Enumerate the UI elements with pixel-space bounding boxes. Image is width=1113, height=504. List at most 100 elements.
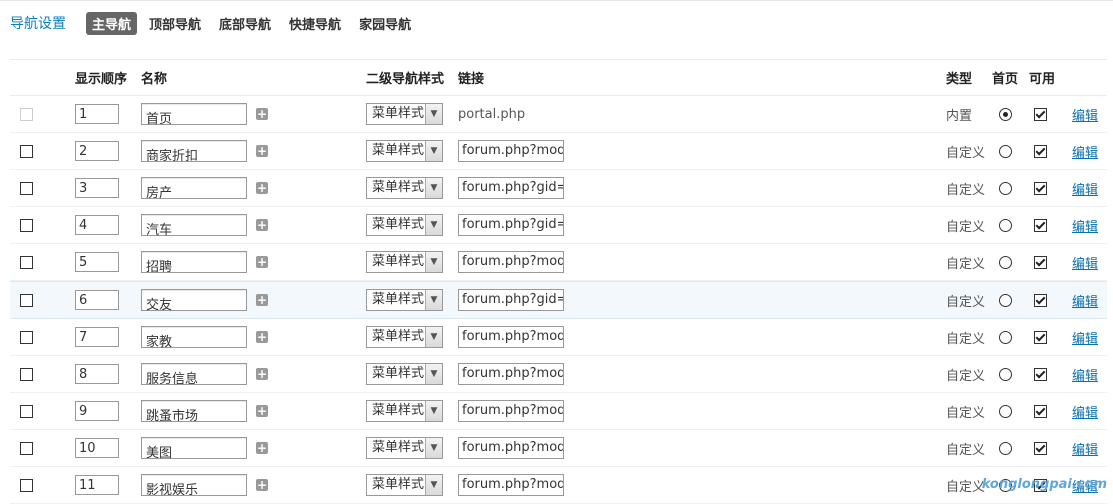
style-select[interactable]: 菜单样式 ▼	[366, 326, 443, 348]
plus-icon[interactable]: +	[256, 108, 268, 120]
order-input[interactable]	[75, 290, 119, 310]
enabled-checkbox[interactable]	[1034, 218, 1047, 232]
style-select[interactable]: 菜单样式 ▼	[366, 400, 443, 422]
link-input[interactable]: forum.php?mod=	[458, 474, 564, 496]
home-radio[interactable]	[999, 441, 1012, 455]
tab-top-nav[interactable]: 顶部导航	[143, 12, 207, 35]
style-select[interactable]: 菜单样式 ▼	[366, 177, 443, 199]
name-input[interactable]: 汽车	[141, 214, 247, 238]
enabled-checkbox[interactable]	[1034, 441, 1047, 455]
home-radio[interactable]	[999, 218, 1012, 232]
enabled-checkbox[interactable]	[1034, 107, 1047, 121]
edit-link[interactable]: 编辑	[1072, 142, 1098, 161]
plus-icon[interactable]: +	[256, 294, 268, 306]
plus-icon[interactable]: +	[256, 219, 268, 231]
name-input[interactable]: 房产	[141, 177, 247, 201]
style-select[interactable]: 菜单样式 ▼	[366, 363, 443, 385]
link-input[interactable]: forum.php?mod=	[458, 363, 564, 385]
tab-home-nav[interactable]: 家园导航	[353, 12, 417, 35]
order-input[interactable]	[75, 364, 119, 384]
edit-link[interactable]: 编辑	[1072, 291, 1098, 310]
order-input[interactable]	[75, 104, 119, 124]
tab-quick-nav[interactable]: 快捷导航	[283, 12, 347, 35]
home-radio[interactable]	[999, 144, 1012, 158]
order-input[interactable]	[75, 141, 119, 161]
plus-icon[interactable]: +	[256, 331, 268, 343]
link-input[interactable]: forum.php?gid=	[458, 289, 564, 311]
style-select[interactable]: 菜单样式 ▼	[366, 251, 443, 273]
name-input[interactable]: 招聘	[141, 251, 247, 275]
order-input[interactable]	[75, 401, 119, 421]
name-input[interactable]: 家教	[141, 326, 247, 350]
enabled-checkbox[interactable]	[1034, 181, 1047, 195]
enabled-checkbox[interactable]	[1034, 255, 1047, 269]
name-input[interactable]: 交友	[141, 289, 247, 313]
edit-link[interactable]: 编辑	[1072, 365, 1098, 384]
row-select-checkbox[interactable]	[20, 255, 33, 269]
home-radio[interactable]	[999, 330, 1012, 344]
plus-icon[interactable]: +	[256, 256, 268, 268]
link-input[interactable]: forum.php?mod=	[458, 140, 564, 162]
tab-bottom-nav[interactable]: 底部导航	[213, 12, 277, 35]
link-input[interactable]: forum.php?mod=	[458, 437, 564, 459]
style-select[interactable]: 菜单样式 ▼	[366, 474, 443, 496]
order-input[interactable]	[75, 178, 119, 198]
plus-icon[interactable]: +	[256, 145, 268, 157]
style-select[interactable]: 菜单样式 ▼	[366, 437, 443, 459]
home-radio[interactable]	[999, 367, 1012, 381]
order-input[interactable]	[75, 252, 119, 272]
enabled-checkbox[interactable]	[1034, 330, 1047, 344]
row-select-checkbox[interactable]	[20, 218, 33, 232]
order-input[interactable]	[75, 215, 119, 235]
enabled-checkbox[interactable]	[1034, 144, 1047, 158]
enabled-checkbox[interactable]	[1034, 367, 1047, 381]
link-input[interactable]: forum.php?mod=	[458, 326, 564, 348]
link-input[interactable]: forum.php?gid=	[458, 177, 564, 199]
row-select-checkbox[interactable]	[20, 181, 33, 195]
edit-link[interactable]: 编辑	[1072, 105, 1098, 124]
style-select[interactable]: 菜单样式 ▼	[366, 214, 443, 236]
tab-main-nav[interactable]: 主导航	[86, 11, 138, 35]
enabled-checkbox[interactable]	[1034, 404, 1047, 418]
plus-icon[interactable]: +	[256, 182, 268, 194]
name-input[interactable]: 服务信息	[141, 363, 247, 387]
row-select-checkbox[interactable]	[20, 144, 33, 158]
name-input[interactable]: 商家折扣	[141, 140, 247, 164]
edit-link[interactable]: 编辑	[1072, 253, 1098, 272]
home-radio[interactable]	[999, 255, 1012, 269]
enabled-checkbox[interactable]	[1034, 293, 1047, 307]
home-radio[interactable]	[999, 107, 1012, 121]
order-input[interactable]	[75, 327, 119, 347]
style-select[interactable]: 菜单样式 ▼	[366, 103, 443, 125]
home-radio[interactable]	[999, 404, 1012, 418]
plus-icon[interactable]: +	[256, 368, 268, 380]
home-radio[interactable]	[999, 181, 1012, 195]
order-input[interactable]	[75, 475, 119, 495]
row-select-checkbox[interactable]	[20, 404, 33, 418]
home-radio[interactable]	[999, 293, 1012, 307]
row-select-checkbox[interactable]	[20, 478, 33, 492]
edit-link[interactable]: 编辑	[1072, 402, 1098, 421]
plus-icon[interactable]: +	[256, 405, 268, 417]
link-input[interactable]: forum.php?mod=	[458, 251, 564, 273]
edit-link[interactable]: 编辑	[1072, 439, 1098, 458]
row-select-checkbox[interactable]	[20, 330, 33, 344]
row-select-checkbox[interactable]	[20, 293, 33, 307]
style-select-value: 菜单样式	[372, 180, 425, 195]
edit-link[interactable]: 编辑	[1072, 328, 1098, 347]
name-input[interactable]: 跳蚤市场	[141, 400, 247, 424]
link-input[interactable]: forum.php?gid=	[458, 214, 564, 236]
name-input[interactable]: 首页	[141, 103, 247, 127]
edit-link[interactable]: 编辑	[1072, 216, 1098, 235]
style-select[interactable]: 菜单样式 ▼	[366, 140, 443, 162]
name-input[interactable]: 美图	[141, 437, 247, 461]
link-input[interactable]: forum.php?mod=	[458, 400, 564, 422]
plus-icon[interactable]: +	[256, 442, 268, 454]
row-select-checkbox[interactable]	[20, 367, 33, 381]
row-select-checkbox[interactable]	[20, 441, 33, 455]
style-select[interactable]: 菜单样式 ▼	[366, 289, 443, 311]
order-input[interactable]	[75, 438, 119, 458]
edit-link[interactable]: 编辑	[1072, 179, 1098, 198]
plus-icon[interactable]: +	[256, 479, 268, 491]
name-input[interactable]: 影视娱乐	[141, 474, 247, 498]
